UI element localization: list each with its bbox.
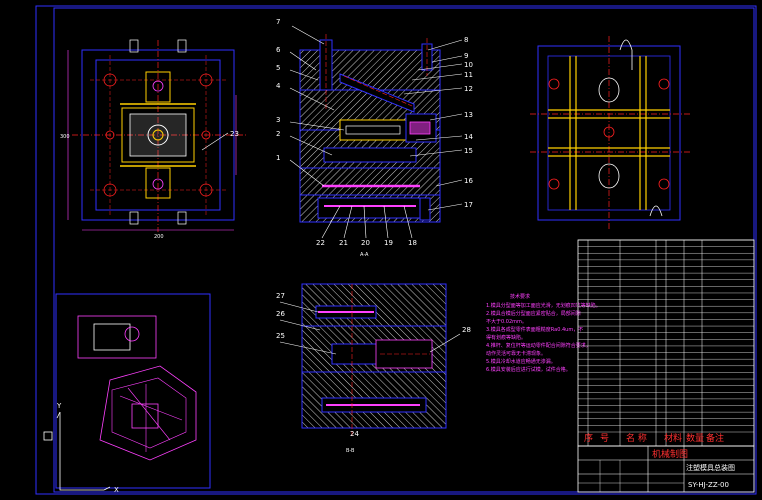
- drawing-sheet: 300 200 23 7 6 5 4 3 2 1 8 9 10 11 12 13…: [35, 5, 757, 495]
- ucs-icon: X Y: [43, 402, 119, 494]
- isometric-view: [55, 293, 211, 489]
- part-number-14: 14: [464, 133, 473, 141]
- part-number-1: 1: [276, 154, 280, 162]
- part-number-6: 6: [276, 46, 281, 54]
- bom-header-remark: 备注: [706, 432, 724, 444]
- part-number-12: 12: [464, 85, 473, 93]
- ucs-y-label: Y: [56, 402, 62, 410]
- note-line-9: 6.模具安装后应进行试模，试件合格。: [486, 366, 571, 373]
- svg-text:300: 300: [60, 134, 70, 140]
- note-line-7: 动作灵活可靠无卡滞现象。: [486, 350, 546, 357]
- svg-text:200: 200: [154, 234, 164, 240]
- cad-drawing-canvas[interactable]: 300 200 23 7 6 5 4 3 2 1 8 9 10 11 12 13…: [0, 0, 762, 500]
- note-line-4: 3.模具各成型零件表面粗糙度Ra0.4um，不: [486, 326, 583, 333]
- note-line-1: 1.模具分型面等加工面应光滑，无划痕凹坑等缺陷。: [486, 302, 601, 309]
- bom-header-qty: 数量: [686, 432, 704, 444]
- note-line-2: 2.模具合模后分型面应紧密贴合，局部间隙: [486, 310, 581, 317]
- section-a-a: 7 6 5 4 3 2 1 8 9 10 11 12 13 14 15 16 1…: [276, 18, 473, 258]
- part-number-9: 9: [464, 52, 468, 60]
- bom-header-name: 名 称: [626, 432, 647, 444]
- top-view: 300 200 23: [60, 39, 246, 240]
- part-number-23: 23: [230, 130, 239, 138]
- bom-header-material: 材料: [664, 432, 682, 444]
- part-number-27: 27: [276, 292, 285, 300]
- note-line-5: 得有划痕等缺陷。: [486, 334, 526, 341]
- part-number-24: 24: [350, 430, 359, 438]
- part-number-18: 18: [408, 239, 417, 247]
- notes-title: 技术要求: [510, 293, 530, 300]
- company-name: 机械制图: [652, 448, 688, 460]
- part-number-15: 15: [464, 147, 473, 155]
- section-label-a: A-A: [360, 252, 369, 258]
- part-number-3: 3: [276, 116, 280, 124]
- part-number-26: 26: [276, 310, 285, 318]
- section-label-b: B-B: [346, 448, 355, 454]
- part-number-21: 21: [339, 239, 348, 247]
- part-number-16: 16: [464, 177, 473, 185]
- side-view: [530, 36, 690, 230]
- title-block: 机械制图 注塑模具总装图 SY-HJ-ZZ-00: [577, 445, 755, 493]
- part-number-22: 22: [316, 239, 325, 247]
- technical-notes: 技术要求 1.模具分型面等加工面应光滑，无划痕凹坑等缺陷。 2.模具合模后分型面…: [486, 293, 601, 373]
- drawing-number: SY-HJ-ZZ-00: [688, 481, 729, 489]
- note-line-3: 不大于0.02mm。: [486, 318, 527, 325]
- ucs-x-label: X: [114, 486, 119, 494]
- part-number-7: 7: [276, 18, 280, 26]
- part-number-11: 11: [464, 71, 473, 79]
- part-number-17: 17: [464, 201, 473, 209]
- part-number-20: 20: [361, 239, 370, 247]
- part-number-2: 2: [276, 130, 280, 138]
- drawing-title: 注塑模具总装图: [686, 463, 735, 472]
- bom-table: 序 号 名 称 材料 数量 备注: [577, 239, 755, 447]
- bom-header-seq: 序: [584, 432, 593, 444]
- note-line-8: 5.模具冷却水道应畅通无渗漏。: [486, 358, 556, 365]
- part-number-25: 25: [276, 332, 285, 340]
- section-b-b: 27 26 25 28 24 B-B: [276, 283, 471, 454]
- note-line-6: 4.推杆、复位杆等运动零件配合间隙符合要求，: [486, 342, 591, 349]
- part-number-10: 10: [464, 61, 473, 69]
- part-number-8: 8: [464, 36, 468, 44]
- part-number-5: 5: [276, 64, 280, 72]
- bom-header-no: 号: [600, 433, 609, 444]
- part-number-19: 19: [384, 239, 393, 247]
- part-number-4: 4: [276, 82, 281, 90]
- part-number-28: 28: [462, 326, 471, 334]
- part-number-13: 13: [464, 111, 473, 119]
